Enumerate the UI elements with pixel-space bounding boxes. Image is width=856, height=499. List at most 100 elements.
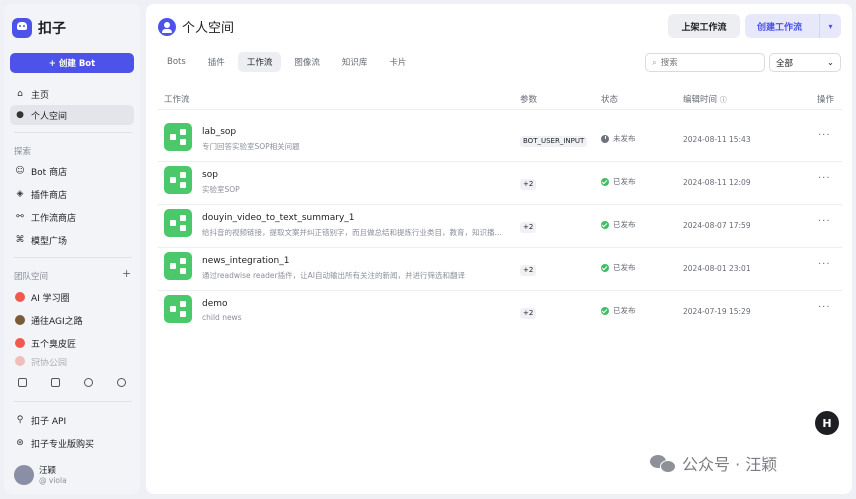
publish-workflow-button[interactable]: 上架工作流 [668, 14, 740, 38]
workflow-icon [164, 209, 192, 237]
workflow-description: 给抖音的视频链接，提取文案并纠正错别字，而且做总结和提炼行业类目，教育，知识播主… [202, 228, 507, 237]
sidebar-item-bot-store[interactable]: ☺ Bot 商店 [10, 161, 134, 181]
sidebar-item-team[interactable]: AI 学习圈 [10, 287, 134, 307]
status-badge: 已发布 [601, 305, 636, 316]
table-row[interactable]: lab_sop 专门回答实验室SOP相关问题 BOT_USER_INPUT 未发… [158, 118, 842, 161]
resource-tabs: Bots 插件 工作流 图像流 知识库 卡片 [158, 52, 415, 72]
search-box[interactable]: ⌕ [645, 53, 765, 72]
sidebar-item-plugin-store[interactable]: ◈ 插件商店 [10, 184, 134, 204]
divider [14, 132, 132, 133]
param-badge: +2 [520, 179, 537, 190]
status-filter-select[interactable]: 全部 ⌄ [769, 53, 841, 72]
status-badge: 未发布 [601, 133, 636, 144]
sidebar-item-team[interactable]: 冠协公园 [10, 356, 134, 366]
table-row[interactable]: news_integration_1 通过readwise reader插件，让… [158, 247, 842, 290]
sidebar-item-model-plaza[interactable]: ⌘ 模型广场 [10, 230, 134, 250]
sidebar-item-team[interactable]: 通往AGI之路 [10, 310, 134, 330]
search-icon: ⌕ [652, 57, 657, 68]
divider [14, 401, 132, 402]
sidebar-item-workflow-store[interactable]: ⚯ 工作流商店 [10, 207, 134, 227]
create-workflow-button[interactable]: 创建工作流 ▾ [745, 14, 841, 38]
edit-time: 2024-07-19 15:29 [683, 307, 751, 316]
sidebar-item-label: 主页 [31, 90, 50, 101]
workflow-description: 通过readwise reader插件，让AI自动输出所有关注的新闻，并进行筛选… [202, 271, 465, 280]
user-name: 汪颖 [39, 466, 57, 476]
add-team-icon[interactable]: + [122, 267, 131, 280]
wechat-icon [650, 453, 676, 473]
divider [158, 109, 842, 110]
sidebar-item-label: 插件商店 [31, 190, 68, 201]
info-icon[interactable]: ⓘ [720, 96, 727, 104]
param-badge: +2 [520, 265, 537, 276]
table-row[interactable]: douyin_video_to_text_summary_1 给抖音的视频链接，… [158, 204, 842, 247]
status-badge: 已发布 [601, 219, 636, 230]
watermark-text: 公众号 · 汪颖 [682, 455, 778, 474]
sidebar-item-home[interactable]: ⌂ 主页 [10, 84, 134, 104]
workflow-description: 专门回答实验室SOP相关问题 [202, 142, 300, 151]
divider [14, 257, 132, 258]
workflow-name: douyin_video_to_text_summary_1 [202, 213, 355, 223]
chevron-down-icon: ⌄ [826, 57, 834, 68]
workflow-name: lab_sop [202, 127, 237, 137]
status-text: 未发布 [613, 134, 636, 143]
document-icon[interactable] [18, 378, 27, 387]
tab-bots[interactable]: Bots [158, 52, 195, 72]
more-actions-icon[interactable]: ··· [818, 259, 831, 270]
sidebar-item-label: Bot 商店 [31, 167, 68, 178]
workflow-icon [164, 123, 192, 151]
explore-section-title: 探索 [14, 147, 32, 157]
tab-plugins[interactable]: 插件 [199, 52, 234, 72]
status-text: 已发布 [613, 263, 636, 272]
chevron-down-icon[interactable]: ▾ [819, 14, 841, 38]
tab-imageflows[interactable]: 图像流 [285, 52, 329, 72]
workflow-name: sop [202, 170, 218, 180]
workflow-description: child news [202, 313, 242, 322]
search-input[interactable] [660, 57, 751, 68]
tab-knowledge[interactable]: 知识库 [333, 52, 377, 72]
coze-logo-icon [12, 18, 32, 38]
sidebar-item-label: AI 学习圈 [31, 293, 70, 304]
clock-icon [601, 134, 609, 143]
workflow-icon [164, 295, 192, 323]
workflow-name: demo [202, 299, 228, 309]
pro-purchase-icon: ⊛ [16, 438, 24, 448]
sidebar-item-label: 模型广场 [31, 236, 68, 247]
mail-icon[interactable] [51, 378, 60, 387]
table-row[interactable]: sop 实验室SOP +2 已发布 2024-08-11 12:09 ··· [158, 161, 842, 204]
more-actions-icon[interactable]: ··· [818, 302, 831, 313]
param-badge: BOT_USER_INPUT [520, 136, 588, 147]
param-badge: +2 [520, 222, 537, 233]
edit-time: 2024-08-11 15:43 [683, 135, 751, 144]
more-actions-icon[interactable]: ··· [818, 216, 831, 227]
app-logo[interactable]: 扣子 [12, 18, 66, 38]
sidebar-quick-icons [18, 378, 126, 387]
api-icon: ⚲ [16, 415, 24, 425]
workflow-icon [164, 252, 192, 280]
more-actions-icon[interactable]: ··· [818, 173, 831, 184]
status-text: 已发布 [613, 306, 636, 315]
more-actions-icon[interactable]: ··· [818, 130, 831, 141]
avatar [14, 464, 34, 485]
help-float-button[interactable]: H [815, 411, 839, 435]
sidebar-item-label: 个人空间 [31, 111, 68, 122]
table-row[interactable]: demo child news +2 已发布 2024-07-19 15:29 … [158, 290, 842, 333]
page-title-text: 个人空间 [182, 21, 235, 36]
check-circle-icon [601, 177, 609, 186]
status-text: 已发布 [613, 177, 636, 186]
filter-value: 全部 [776, 58, 794, 69]
create-bot-button[interactable]: + 创建 Bot [10, 53, 134, 73]
sidebar-item-api[interactable]: ⚲ 扣子 API [10, 410, 134, 430]
team-avatar-icon [15, 292, 25, 302]
community-icon[interactable] [117, 378, 126, 387]
column-header-status: 状态 [601, 95, 619, 105]
tab-workflows[interactable]: 工作流 [237, 52, 282, 72]
user-profile[interactable]: 汪颖 @ viola [14, 464, 67, 485]
status-text: 已发布 [613, 220, 636, 229]
tab-cards[interactable]: 卡片 [380, 52, 415, 72]
sidebar-item-personal-space[interactable]: ● 个人空间 [10, 105, 134, 125]
sidebar-item-team[interactable]: 五个臭皮匠 [10, 333, 134, 353]
discord-icon[interactable] [84, 378, 93, 387]
sidebar-item-pro-purchase[interactable]: ⊛ 扣子专业版购买 [10, 433, 134, 453]
user-icon: ● [16, 110, 24, 120]
column-header-edit-time: 编辑时间 ⓘ [683, 93, 727, 105]
